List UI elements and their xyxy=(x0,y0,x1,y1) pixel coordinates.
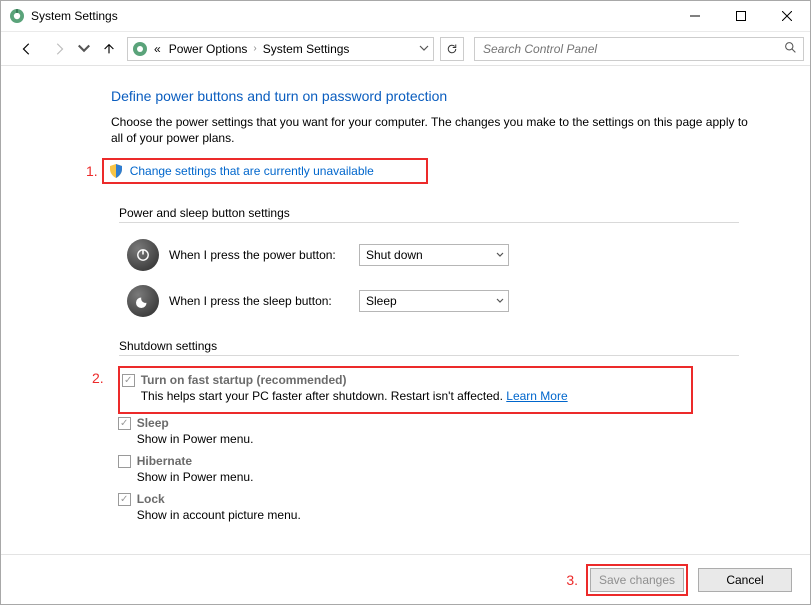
search-input[interactable] xyxy=(481,41,784,57)
shutdown-settings-list: ✓ Turn on fast startup (recommended) Thi… xyxy=(106,362,723,528)
lock-row: ✓ Lock xyxy=(118,490,723,508)
shield-icon xyxy=(108,163,124,179)
close-button[interactable] xyxy=(764,1,810,31)
app-icon xyxy=(9,8,25,24)
lock-checkbox[interactable]: ✓ xyxy=(118,493,131,506)
page-title: Define power buttons and turn on passwor… xyxy=(111,88,782,104)
power-button-select[interactable]: Shut down xyxy=(359,244,509,266)
power-button-rows: When I press the power button: Shut down… xyxy=(111,229,782,317)
power-icon xyxy=(127,239,159,271)
hibernate-row: Hibernate xyxy=(118,452,723,470)
hibernate-checkbox[interactable] xyxy=(118,455,131,468)
sleep-sub: Show in Power menu. xyxy=(137,432,723,446)
address-bar[interactable]: « Power Options › System Settings xyxy=(127,37,434,61)
sleep-button-select[interactable]: Sleep xyxy=(359,290,509,312)
hibernate-sub: Show in Power menu. xyxy=(137,470,723,484)
sleep-button-row: When I press the sleep button: Sleep xyxy=(127,285,782,317)
chevron-down-icon xyxy=(496,294,504,308)
content-area: Define power buttons and turn on passwor… xyxy=(1,66,810,554)
history-dropdown[interactable] xyxy=(77,35,91,63)
maximize-button[interactable] xyxy=(718,1,764,31)
search-icon[interactable] xyxy=(784,41,797,57)
window-title: System Settings xyxy=(31,9,118,23)
address-dropdown-icon[interactable] xyxy=(419,42,429,56)
cancel-button[interactable]: Cancel xyxy=(698,568,792,592)
hibernate-label: Hibernate xyxy=(137,454,192,468)
annotation-1: 1. xyxy=(86,163,98,179)
sleep-row: ✓ Sleep xyxy=(118,414,723,432)
window-controls xyxy=(672,1,810,31)
learn-more-link[interactable]: Learn More xyxy=(506,389,567,403)
footer-bar: 3. Save changes Cancel xyxy=(1,554,810,604)
back-button[interactable] xyxy=(13,35,41,63)
lock-label: Lock xyxy=(137,492,165,506)
minimize-button[interactable] xyxy=(672,1,718,31)
fast-startup-checkbox[interactable]: ✓ xyxy=(122,374,135,387)
admin-link-highlight: Change settings that are currently unava… xyxy=(102,158,428,184)
nav-toolbar: « Power Options › System Settings xyxy=(1,31,810,65)
change-settings-link[interactable]: Change settings that are currently unava… xyxy=(130,164,374,178)
save-button[interactable]: Save changes xyxy=(590,568,684,592)
power-button-row: When I press the power button: Shut down xyxy=(127,239,782,271)
search-field[interactable] xyxy=(474,37,804,61)
section-power-buttons-header: Power and sleep button settings xyxy=(119,206,739,223)
forward-button[interactable] xyxy=(45,35,73,63)
breadcrumb-separator: › xyxy=(253,43,256,54)
window-frame: System Settings xyxy=(0,0,811,605)
title-bar: System Settings xyxy=(1,1,810,31)
page-description: Choose the power settings that you want … xyxy=(111,114,751,146)
sleep-label: Sleep xyxy=(137,416,169,430)
breadcrumb-root[interactable]: « xyxy=(152,40,163,58)
sleep-button-value: Sleep xyxy=(366,294,397,308)
section-shutdown-header: Shutdown settings xyxy=(119,339,739,356)
fast-startup-label: Turn on fast startup (recommended) xyxy=(141,373,347,387)
annotation-3: 3. xyxy=(566,572,578,588)
up-button[interactable] xyxy=(95,35,123,63)
sleep-checkbox[interactable]: ✓ xyxy=(118,417,131,430)
power-button-label: When I press the power button: xyxy=(169,248,349,262)
fast-startup-sub: This helps start your PC faster after sh… xyxy=(141,389,685,403)
fast-startup-row: ✓ Turn on fast startup (recommended) xyxy=(122,371,685,389)
annotation-2: 2. xyxy=(92,370,104,386)
chevron-down-icon xyxy=(496,248,504,262)
refresh-button[interactable] xyxy=(440,37,464,61)
fast-startup-highlight: ✓ Turn on fast startup (recommended) Thi… xyxy=(118,366,693,414)
breadcrumb-current[interactable]: System Settings xyxy=(261,40,352,58)
breadcrumb-parent[interactable]: Power Options xyxy=(167,40,250,58)
location-icon xyxy=(132,41,148,57)
lock-sub: Show in account picture menu. xyxy=(137,508,723,522)
sleep-icon xyxy=(127,285,159,317)
save-button-highlight: Save changes xyxy=(586,564,688,596)
sleep-button-label: When I press the sleep button: xyxy=(169,294,349,308)
power-button-value: Shut down xyxy=(366,248,423,262)
